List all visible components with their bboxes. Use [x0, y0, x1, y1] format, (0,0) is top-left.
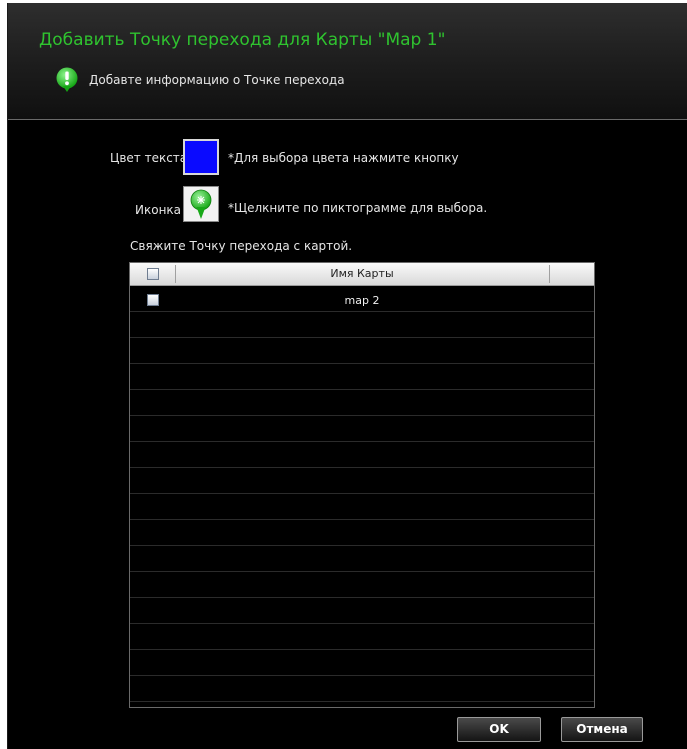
row-divider [130, 545, 594, 546]
icon-hint: *Щелкните по пиктограмме для выбора. [228, 201, 488, 215]
row-divider [130, 493, 594, 494]
row-divider [130, 571, 594, 572]
text-color-label: Цвет текста [110, 151, 188, 165]
dialog-subtitle: Добавте информацию о Точке перехода [89, 73, 345, 87]
info-bubble-icon [56, 67, 78, 92]
icon-label: Иконка [135, 203, 182, 217]
row-divider [130, 597, 594, 598]
row-divider [130, 519, 594, 520]
row-divider [130, 675, 594, 676]
icon-picker-button[interactable] [183, 186, 219, 222]
row-divider [130, 337, 594, 338]
row-divider [130, 467, 594, 468]
column-header-map-name[interactable]: Имя Карты [175, 267, 549, 280]
row-divider [130, 363, 594, 364]
header-divider [8, 119, 687, 120]
row-divider [130, 441, 594, 442]
dialog-title: Добавить Точку перехода для Карты "Map 1… [39, 30, 446, 50]
select-all-checkbox[interactable] [147, 268, 159, 280]
text-color-button[interactable] [183, 139, 219, 175]
row-divider [130, 649, 594, 650]
table-header: Имя Карты [130, 263, 594, 286]
map-table: Имя Карты map 2 [129, 262, 595, 708]
row-checkbox[interactable] [147, 294, 159, 306]
text-color-hint: *Для выбора цвета нажмите кнопку [228, 151, 459, 165]
row-divider [130, 389, 594, 390]
row-divider [130, 311, 594, 312]
ok-button[interactable]: OK [457, 717, 541, 742]
row-map-name: map 2 [344, 294, 380, 307]
column-separator [549, 265, 550, 283]
row-divider [130, 623, 594, 624]
row-divider [130, 701, 594, 702]
map-pin-icon [190, 189, 212, 219]
row-divider [130, 415, 594, 416]
dialog-header: Добавить Точку перехода для Карты "Map 1… [8, 3, 687, 119]
cancel-button[interactable]: Отмена [561, 717, 643, 742]
link-map-label: Свяжите Точку перехода с картой. [130, 239, 353, 253]
